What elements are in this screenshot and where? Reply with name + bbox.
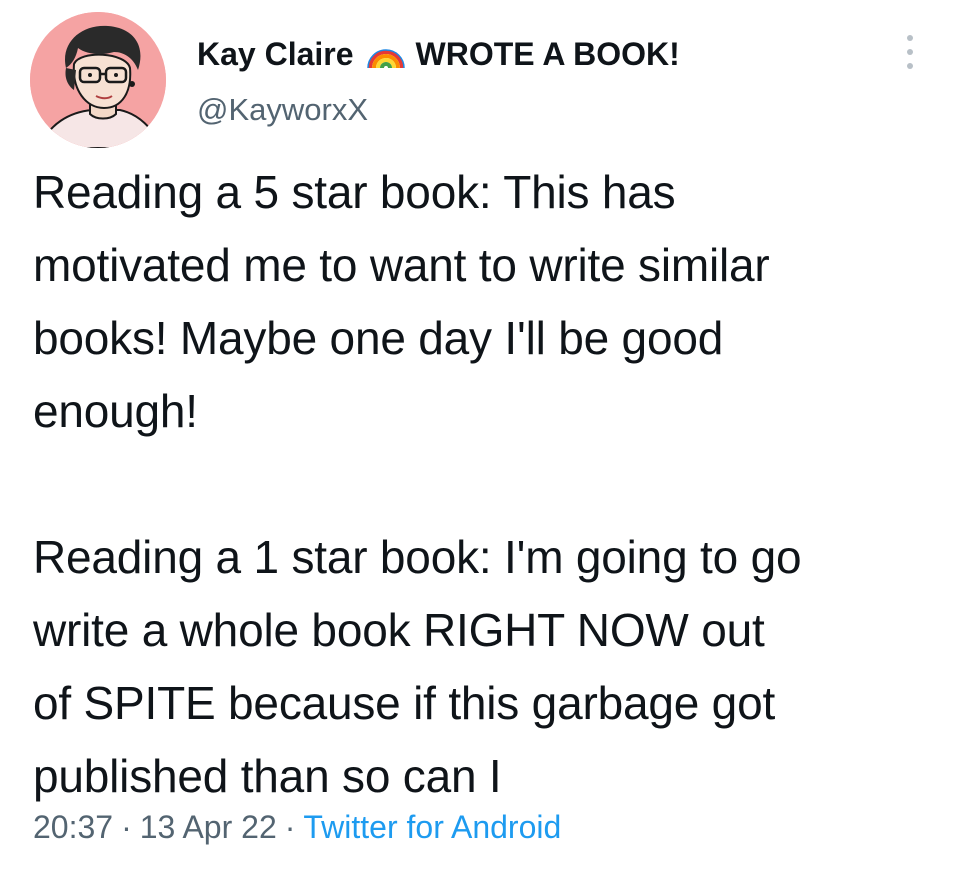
- tweet-line: books! Maybe one day I'll be good: [33, 312, 724, 364]
- tweet-line: published than so can I: [33, 750, 502, 802]
- tweet-line: of SPITE because if this garbage got: [33, 677, 776, 729]
- avatar-illustration: [30, 12, 166, 148]
- avatar[interactable]: [30, 12, 166, 148]
- tweet-line: motivated me to want to write similar: [33, 239, 770, 291]
- tweet-text: Reading a 5 star book: This has motivate…: [33, 156, 933, 813]
- author-handle[interactable]: @KayworxX: [197, 92, 368, 128]
- author-display-name[interactable]: Kay Claire: [197, 36, 354, 72]
- tweet-meta: 20:37 · 13 Apr 22 · Twitter for Android: [33, 808, 561, 846]
- tweet-date[interactable]: 13 Apr 22: [140, 809, 277, 845]
- rainbow-icon: [366, 36, 406, 72]
- meta-separator: ·: [284, 809, 296, 845]
- tweet-line: write a whole book RIGHT NOW out: [33, 604, 765, 656]
- more-vertical-icon[interactable]: [892, 30, 928, 74]
- tweet-source-link[interactable]: Twitter for Android: [303, 809, 561, 845]
- meta-separator: ·: [121, 809, 132, 845]
- author-name-suffix[interactable]: WROTE A BOOK!: [416, 36, 680, 72]
- tweet-line: enough!: [33, 385, 198, 437]
- tweet-time[interactable]: 20:37: [33, 809, 113, 845]
- author-name-row[interactable]: Kay Claire WROTE A BOOK!: [197, 36, 680, 72]
- tweet-line: Reading a 1 star book: I'm going to go: [33, 531, 802, 583]
- tweet-line: Reading a 5 star book: This has: [33, 166, 676, 218]
